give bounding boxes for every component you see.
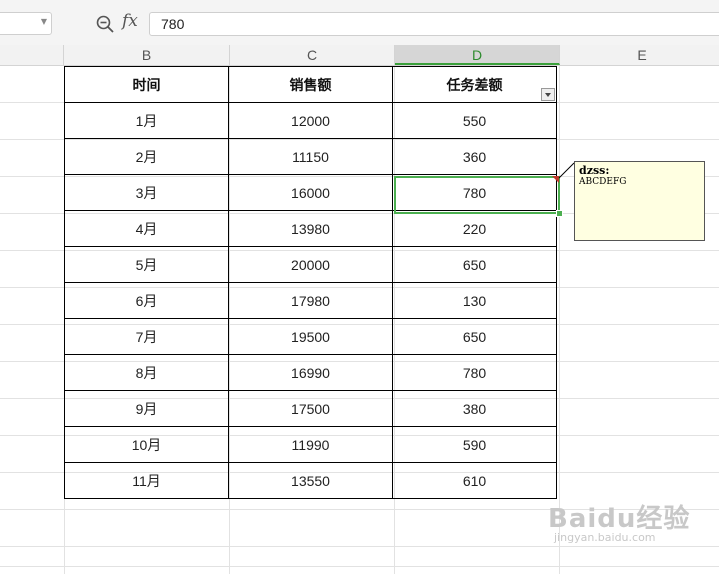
watermark-logo: Baidu经验 [548,504,691,534]
fx-icon[interactable]: fx [122,11,138,31]
column-header-e[interactable]: E [560,45,719,65]
name-box[interactable]: ▼ [0,12,52,35]
formula-bar: ▼ fx 780 [0,0,719,46]
column-header-d[interactable]: D [395,45,560,65]
comment-text: ABCDEFG [579,177,627,187]
comment-author: dzss: [579,164,610,177]
comment-box[interactable]: dzss: ABCDEFG [574,161,705,241]
formula-input[interactable]: 780 [149,12,719,36]
column-header-c[interactable]: C [230,45,395,65]
column-header-b[interactable]: B [64,45,230,65]
column-header-a[interactable] [0,45,64,65]
zoom-icon[interactable] [95,14,115,34]
column-header-bar: B C D E [0,45,719,66]
chevron-down-icon[interactable]: ▼ [41,17,47,26]
watermark: Baidu经验 jingyan.baidu.com [548,498,690,544]
